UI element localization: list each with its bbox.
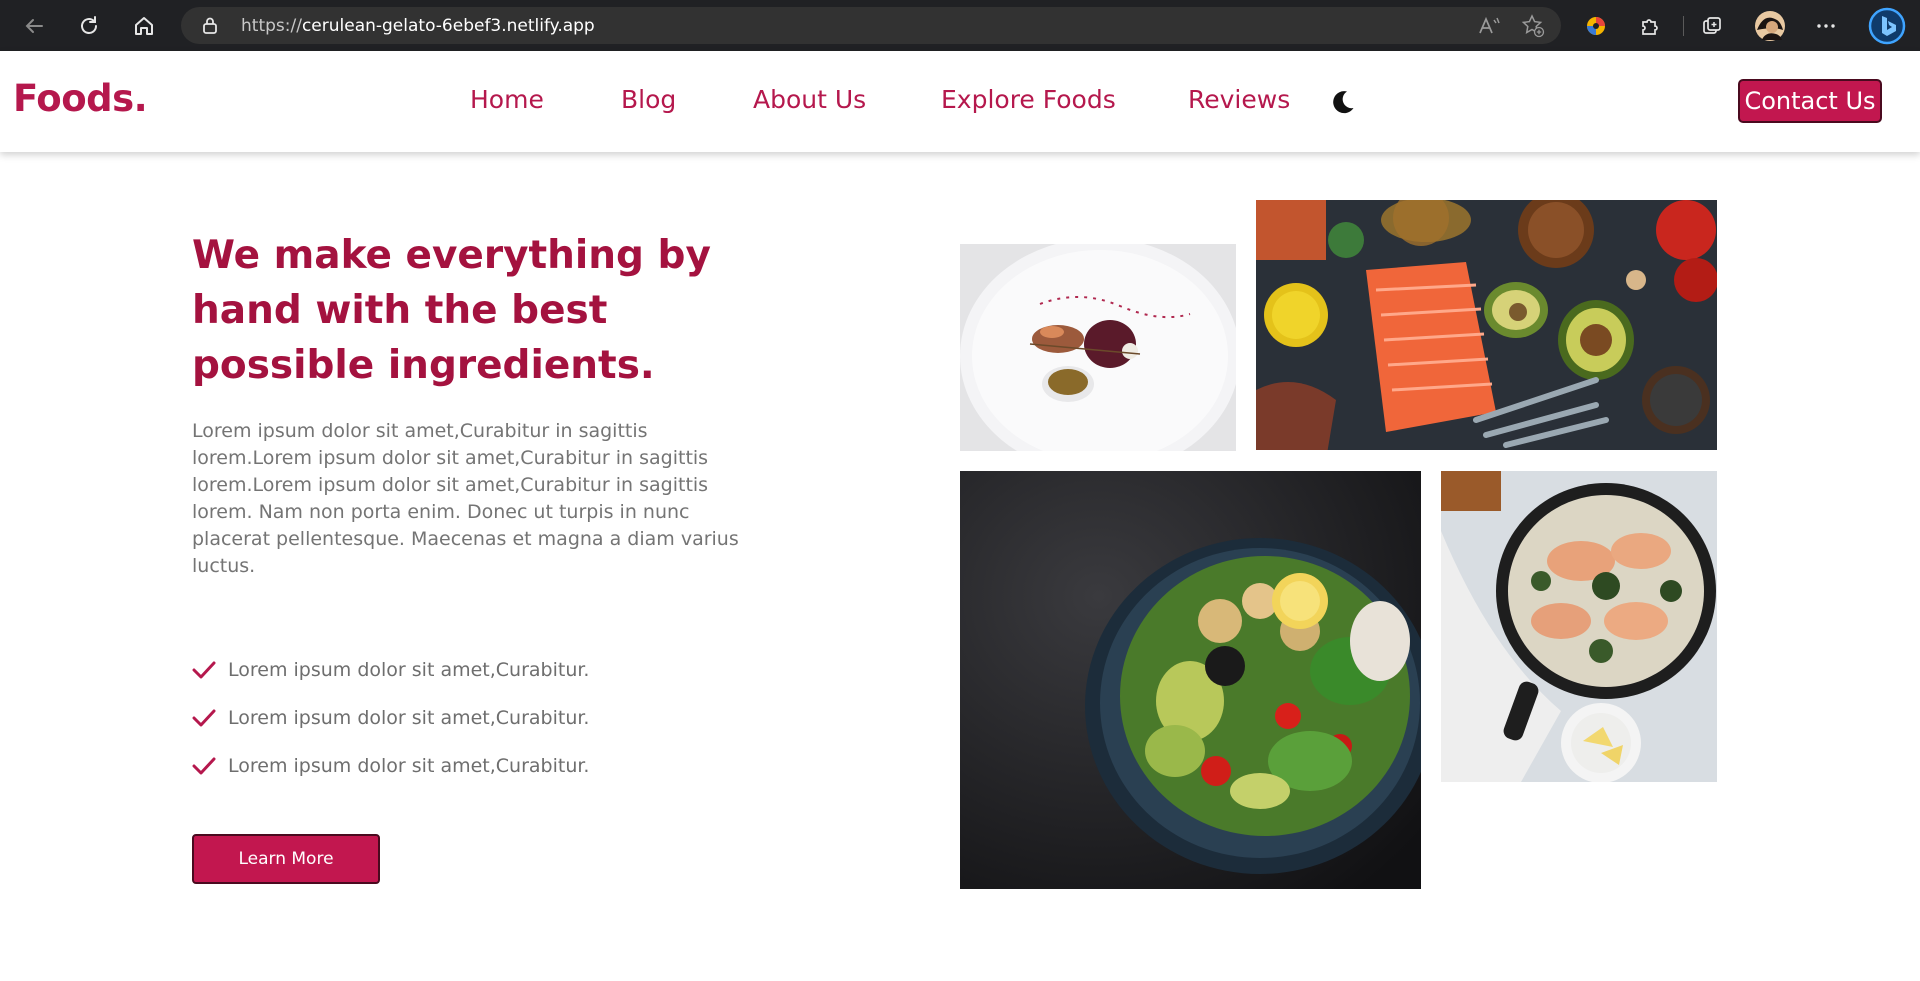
collections-icon: [1703, 17, 1721, 34]
extensions-button[interactable]: [1636, 12, 1664, 40]
checkmark-icon: [192, 709, 216, 727]
toolbar-divider: [1683, 16, 1684, 36]
home-button[interactable]: [130, 12, 158, 40]
checklist-item: Lorem ipsum dolor sit amet,Curabitur.: [192, 646, 589, 694]
star-add-icon: [1521, 14, 1545, 38]
contact-us-button[interactable]: Contact Us: [1738, 79, 1882, 123]
collections-button[interactable]: [1698, 12, 1726, 40]
bing-copilot-button[interactable]: [1868, 7, 1906, 45]
back-button[interactable]: [20, 12, 48, 40]
salad-bowl-image: [960, 471, 1421, 889]
checkmark-icon: [192, 661, 216, 679]
bing-icon: [1868, 7, 1906, 45]
checklist-item-text: Lorem ipsum dolor sit amet,Curabitur.: [228, 659, 590, 681]
reload-icon: [81, 16, 97, 34]
nav-link-reviews[interactable]: Reviews: [1188, 85, 1290, 114]
checklist-item-text: Lorem ipsum dolor sit amet,Curabitur.: [228, 707, 590, 729]
hero-headline: We make everything by hand with the best…: [192, 233, 711, 388]
read-aloud-icon: [1479, 16, 1500, 34]
more-dots-icon: [1817, 24, 1835, 28]
avatar-icon: [1755, 11, 1785, 41]
checklist-item-text: Lorem ipsum dolor sit amet,Curabitur.: [228, 755, 590, 777]
favorite-button[interactable]: [1521, 14, 1545, 38]
color-wheel-icon: [1587, 17, 1605, 35]
plated-dish-image: [960, 244, 1236, 451]
feature-checklist: Lorem ipsum dolor sit amet,Curabitur. Lo…: [192, 646, 589, 790]
lock-icon: [203, 17, 217, 34]
nav-link-explore-foods[interactable]: Explore Foods: [941, 85, 1116, 114]
color-extension-button[interactable]: [1582, 12, 1610, 40]
site-logo[interactable]: Foods.: [13, 77, 148, 120]
nav-link-home[interactable]: Home: [470, 85, 544, 114]
settings-menu-button[interactable]: [1812, 12, 1840, 40]
checklist-item: Lorem ipsum dolor sit amet,Curabitur.: [192, 742, 589, 790]
checkmark-icon: [192, 757, 216, 775]
url-scheme: https://: [241, 16, 302, 36]
moon-icon[interactable]: [1330, 89, 1356, 115]
back-arrow-icon: [25, 19, 43, 33]
checklist-item: Lorem ipsum dolor sit amet,Curabitur.: [192, 694, 589, 742]
hero-paragraph: Lorem ipsum dolor sit amet,Curabitur in …: [192, 420, 739, 577]
address-bar[interactable]: https://cerulean-gelato-6ebef3.netlify.a…: [181, 7, 1561, 44]
nav-link-about-us[interactable]: About Us: [753, 85, 866, 114]
browser-toolbar: https://cerulean-gelato-6ebef3.netlify.a…: [0, 0, 1920, 51]
puzzle-icon: [1642, 19, 1658, 35]
learn-more-button[interactable]: Learn More: [192, 834, 380, 884]
site-navbar: Foods. Home Blog About Us Explore Foods …: [0, 51, 1920, 152]
read-aloud-button[interactable]: [1477, 14, 1501, 38]
reload-button[interactable]: [75, 12, 103, 40]
profile-avatar[interactable]: [1754, 10, 1786, 42]
salmon-ingredients-image: [1256, 200, 1717, 450]
salmon-skillet-image: [1441, 471, 1717, 782]
nav-link-blog[interactable]: Blog: [621, 85, 676, 114]
url-host: cerulean-gelato-6ebef3.netlify.app: [301, 16, 595, 36]
url-text[interactable]: https://cerulean-gelato-6ebef3.netlify.a…: [241, 16, 595, 36]
home-icon: [135, 17, 153, 35]
